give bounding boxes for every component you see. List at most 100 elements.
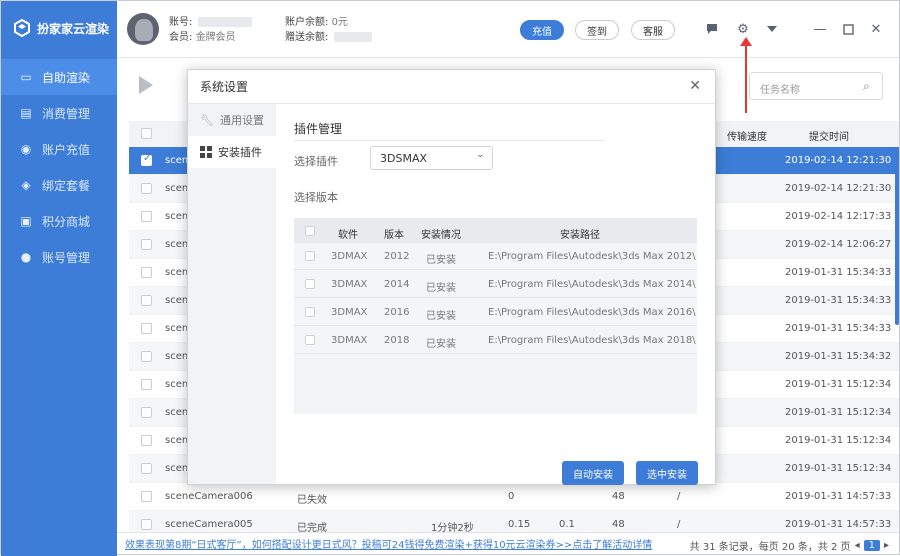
plugin-software: 3DMAX [331,251,368,262]
current-page[interactable]: 1 [863,540,880,551]
row-checkbox[interactable] [141,379,152,390]
task-progress: 0.1 [559,519,575,530]
row-checkbox[interactable] [141,435,152,446]
auto-install-button[interactable]: 自动安装 [562,461,624,485]
app-window: 扮家家云渲染 ▭ 自助渲染 ▤ 消费管理 ◉ 账户充值 ◈ 绑定套餐 ▣ 积分商… [0,0,900,556]
pagination: 共 31 条记录，每页 20 条，共 2 页 ◂ 1 ▸ [690,538,889,553]
plugin-version-row[interactable]: 3DMAX 2016 已安装 E:\Program Files\Autodesk\3d… [294,299,697,326]
task-submit-time: 2019-01-31 15:34:33 [785,323,892,334]
maximize-icon[interactable] [839,20,857,38]
user-icon: ● [20,250,32,264]
row-checkbox[interactable] [141,267,152,278]
search-icon[interactable]: ⌕ [863,79,870,94]
dialog-close-icon[interactable]: ✕ [689,78,701,94]
task-speed: / [677,519,681,530]
annotation-arrow [740,37,752,113]
tab-general-settings[interactable]: 🔧︎ 通用设置 [188,104,276,136]
tab-install-plugin[interactable]: 安装插件 [188,136,276,168]
app-name: 扮家家云渲染 [37,21,110,36]
plugin-version-row[interactable]: 3DMAX 2012 已安装 E:\Program Files\Autodesk\3d… [294,243,697,270]
row-checkbox[interactable] [141,153,152,166]
row-checkbox[interactable] [141,519,152,530]
sidebar-item-points-mall[interactable]: ▣ 积分商城 [1,203,117,239]
settings-dialog: 系统设置 ✕ 🔧︎ 通用设置 安装插件 插件管理 选择插件 3DSMAX ⌄ 选… [187,69,716,485]
column-software: 软件 [338,230,358,241]
avatar[interactable] [127,13,159,45]
task-submit-time: 2019-01-31 15:12:34 [785,463,892,474]
plugin-software: 3DMAX [331,307,368,318]
chevron-down-icon: ⌄ [476,150,484,160]
service-button[interactable]: 客服 [631,20,675,40]
row-checkbox[interactable] [141,463,152,474]
plugin-install-path: E:\Program Files\Autodesk\3ds Max 2012\ [488,251,696,262]
task-submit-time: 2019-01-31 15:12:34 [785,379,892,390]
task-submit-time: 2019-01-31 14:57:33 [785,491,892,502]
plugin-version-row[interactable]: 3DMAX 2014 已安装 E:\Program Files\Autodesk\3d… [294,271,697,298]
plugin-install-status: 已安装 [426,283,456,294]
sidebar-item-label: 自助渲染 [42,70,91,85]
task-submit-time: 2019-02-14 12:06:27 [785,239,892,250]
install-selected-button[interactable]: 选中安装 [636,461,698,485]
table-scrollbar[interactable] [895,147,899,325]
row-checkbox[interactable] [141,211,152,222]
plugin-install-path: E:\Program Files\Autodesk\3ds Max 2014\ [488,279,696,290]
table-row[interactable]: sceneCamera006 已失效 0 48 / 2019-01-31 14:57:33 [129,483,899,511]
task-submit-time: 2019-02-14 12:21:30 [785,155,892,166]
plugin-software: 3DMAX [331,279,368,290]
gear-icon[interactable]: ⚙ [734,20,752,38]
sidebar-item-label: 绑定套餐 [42,178,91,193]
prev-page-icon[interactable]: ◂ [855,540,860,551]
sidebar-item-self-render[interactable]: ▭ 自助渲染 [1,59,117,95]
version-checkbox[interactable] [305,307,315,317]
task-name: sceneCamera005 [165,519,253,530]
gift-balance-redacted [334,32,373,42]
next-page-icon[interactable]: ▸ [884,540,889,551]
plugin-version-table: 软件 版本 安装情况 安装路径 3DMAX 2012 已安装 E:\Program F… [294,218,697,414]
balance-info: 账户余额: 0元 赠送余额: [285,15,373,45]
plugin-version-row[interactable]: 3DMAX 2018 已安装 E:\Program Files\Autodesk\3d… [294,327,697,354]
select-all-checkbox[interactable] [141,128,152,139]
task-status: 已失效 [297,495,327,506]
minimize-icon[interactable]: — [811,20,829,38]
play-icon[interactable] [139,76,153,94]
sidebar-item-package[interactable]: ◈ 绑定套餐 [1,167,117,203]
plugin-install-path: E:\Program Files\Autodesk\3ds Max 2016\ [488,307,696,318]
row-checkbox[interactable] [141,183,152,194]
sidebar-item-recharge[interactable]: ◉ 账户充值 [1,131,117,167]
close-icon[interactable]: ✕ [867,20,885,38]
wrench-icon: 🔧︎ [200,113,214,127]
row-checkbox[interactable] [141,295,152,306]
section-title: 插件管理 [294,122,343,136]
recharge-button[interactable]: 充值 [520,20,564,40]
logo-icon [14,19,30,37]
promo-link[interactable]: 效果表现第8期“日式客厅”，如何搭配设计更日式风？投稿可24钱得免费渲染+获得1… [117,536,652,551]
version-checkbox[interactable] [305,279,315,289]
row-checkbox[interactable] [141,351,152,362]
plugin-grid-icon [200,146,212,158]
chat-icon[interactable] [703,20,721,38]
dialog-titlebar: 系统设置 ✕ [188,70,715,104]
version-checkbox[interactable] [305,251,315,261]
row-checkbox[interactable] [141,323,152,334]
row-checkbox[interactable] [141,239,152,250]
sidebar-item-consumption[interactable]: ▤ 消费管理 [1,95,117,131]
row-checkbox[interactable] [141,407,152,418]
column-version: 版本 [384,230,404,241]
sidebar-item-label: 积分商城 [42,214,91,229]
sidebar: 扮家家云渲染 ▭ 自助渲染 ▤ 消费管理 ◉ 账户充值 ◈ 绑定套餐 ▣ 积分商… [1,1,117,556]
dropdown-caret-icon[interactable] [763,20,781,38]
task-submit-time: 2019-01-31 14:57:33 [785,519,892,530]
checkin-button[interactable]: 签到 [575,20,619,40]
row-checkbox[interactable] [141,491,152,502]
sidebar-item-account[interactable]: ● 账号管理 [1,239,117,275]
task-frames: 48 [612,519,625,530]
plugin-version: 2012 [384,251,410,262]
member-level: 金牌会员 [195,32,236,43]
task-cost: 0 [508,491,515,502]
dialog-title: 系统设置 [200,80,249,94]
select-all-versions-checkbox[interactable] [305,226,315,236]
plugin-select[interactable]: 3DSMAX ⌄ [370,146,493,170]
version-checkbox[interactable] [305,335,315,345]
balance-value: 0元 [331,17,348,28]
section-divider [294,140,604,141]
